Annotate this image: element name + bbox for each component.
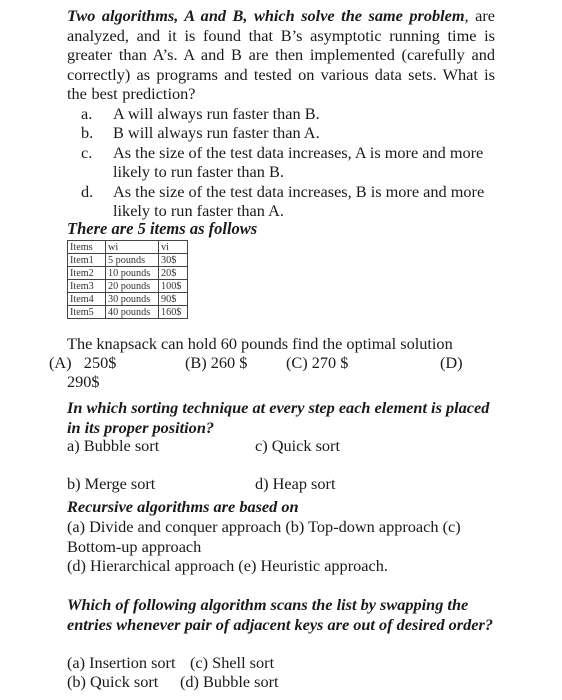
table-cell: Item4 xyxy=(67,292,106,306)
question-1-options: a. A will always run faster than B. b. B w… xyxy=(67,104,495,221)
option-c: c. As the size of the test data increases… xyxy=(81,143,508,182)
option-a: a. A will always run faster than B. xyxy=(81,104,508,124)
table-row: Item1 5 pounds 30$ xyxy=(67,253,188,267)
option-label: a. xyxy=(81,103,93,123)
table-cell: 20 pounds xyxy=(105,279,159,293)
swap-option-c: (c) Shell sort xyxy=(190,653,275,672)
table-cell: 5 pounds xyxy=(105,253,159,267)
knapsack-option-a: (A) 250$ xyxy=(49,353,117,372)
sorting-option-d: d) Heap sort xyxy=(255,474,336,493)
question-1: Two algorithms, A and B, which solve the… xyxy=(67,6,495,221)
question-1-stem: Two algorithms, A and B, which solve the… xyxy=(67,6,495,104)
sorting-option-a: a) Bubble sort xyxy=(67,436,160,455)
option-label: d. xyxy=(81,181,94,201)
swap-option-d: (d) Bubble sort xyxy=(180,672,279,691)
table-header-cell: vi xyxy=(158,240,188,254)
table-cell: 100$ xyxy=(158,279,188,293)
knapsack-items-heading: There are 5 items as follows xyxy=(67,219,258,238)
table-cell: 30$ xyxy=(158,253,188,267)
option-d: d. As the size of the test data increases… xyxy=(81,182,508,221)
option-b: b. B will always run faster than A. xyxy=(81,123,508,143)
knapsack-option-c: (C) 270 $ xyxy=(286,353,349,372)
table-row: Item4 30 pounds 90$ xyxy=(67,292,188,306)
swap-option-b: (b) Quick sort xyxy=(67,672,159,691)
table-row: Item5 40 pounds 160$ xyxy=(67,305,188,319)
table-cell: 40 pounds xyxy=(105,305,159,319)
table-header-row: Items wi vi xyxy=(67,240,188,254)
knapsack-prompt: The knapsack can hold 60 pounds find the… xyxy=(67,334,453,353)
knapsack-option-d-value: 290$ xyxy=(67,372,100,391)
recursion-options-line-2: Bottom-up approach xyxy=(67,537,202,556)
table-cell: Item5 xyxy=(67,305,106,319)
table-cell: Item3 xyxy=(67,279,106,293)
knapsack-items-table: Items wi vi Item1 5 pounds 30$ Item2 10 … xyxy=(67,240,188,319)
option-text: B will always run faster than A. xyxy=(113,123,320,142)
table-cell: 30 pounds xyxy=(105,292,159,306)
sorting-option-b: b) Merge sort xyxy=(67,474,156,493)
question-1-bold-lead: Two algorithms, A and B, which solve the… xyxy=(67,6,465,25)
table-row: Item3 20 pounds 100$ xyxy=(67,279,188,293)
table-cell: Item1 xyxy=(67,253,106,267)
recursion-question-prompt: Recursive algorithms are based on xyxy=(67,497,299,516)
sorting-option-c: c) Quick sort xyxy=(255,436,340,455)
table-row: Item2 10 pounds 20$ xyxy=(67,266,188,280)
table-header-cell: Items xyxy=(67,240,106,254)
option-label: c. xyxy=(81,142,93,162)
swap-option-a: (a) Insertion sort xyxy=(67,653,176,672)
option-text: A will always run faster than B. xyxy=(113,103,320,123)
table-header-cell: wi xyxy=(105,240,159,254)
recursion-options-line-1: (a) Divide and conquer approach (b) Top-… xyxy=(67,517,461,536)
option-text: As the size of the test data increases, … xyxy=(113,142,484,182)
table-cell: 10 pounds xyxy=(105,266,159,280)
swap-question-prompt: Which of following algorithm scans the l… xyxy=(67,595,493,634)
option-text: As the size of the test data increases, … xyxy=(113,181,485,221)
knapsack-option-b: (B) 260 $ xyxy=(185,353,248,372)
table-cell: 90$ xyxy=(158,292,188,306)
table-cell: 20$ xyxy=(158,266,188,280)
table-cell: 160$ xyxy=(158,305,188,319)
sorting-question-prompt: In which sorting technique at every step… xyxy=(67,398,490,437)
option-label: b. xyxy=(81,123,94,142)
recursion-options-line-3: (d) Hierarchical approach (e) Heuristic … xyxy=(67,556,388,575)
table-cell: Item2 xyxy=(67,266,106,280)
knapsack-option-d-label: (D) xyxy=(440,353,463,372)
